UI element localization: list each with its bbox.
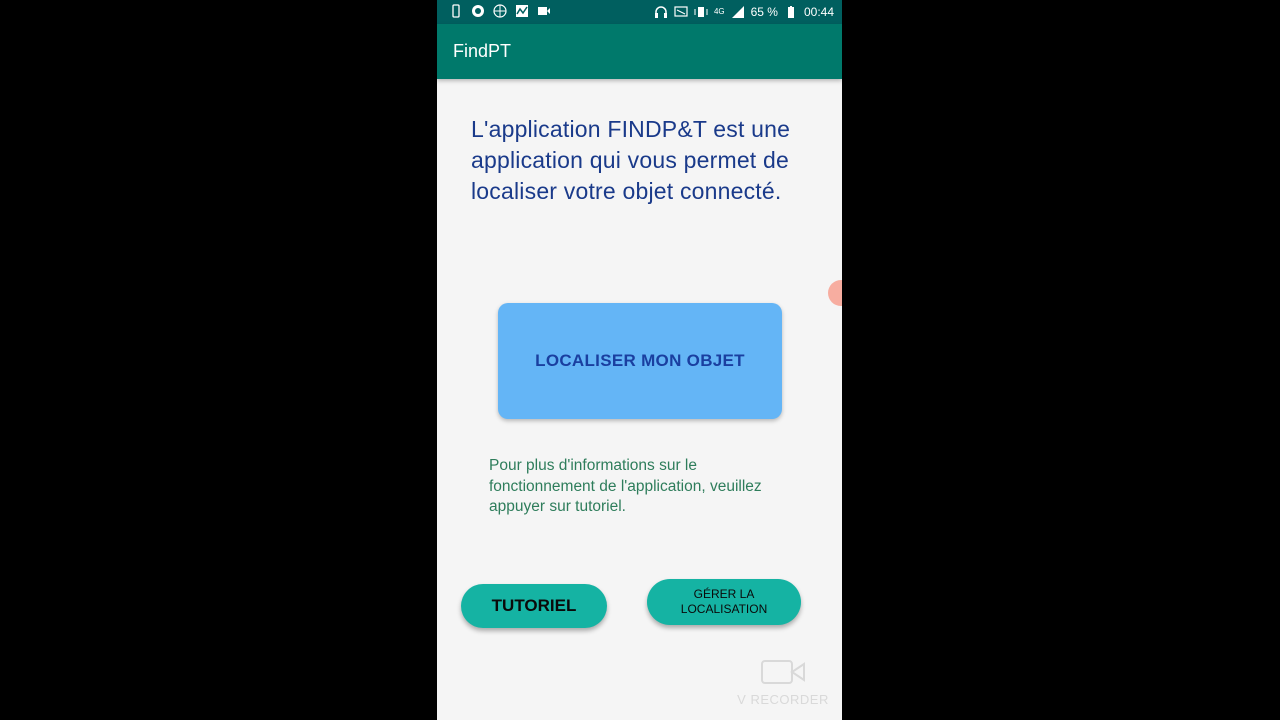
battery-percent: 65 % xyxy=(750,5,778,19)
vibrate-icon xyxy=(694,7,708,17)
manage-location-label: GÉRER LA LOCALISATION xyxy=(680,587,768,616)
signal-icon xyxy=(731,6,744,18)
manage-location-button[interactable]: GÉRER LA LOCALISATION xyxy=(647,579,801,625)
app-title: FindPT xyxy=(453,41,512,61)
headphones-icon xyxy=(654,6,667,18)
tutorial-button[interactable]: TUTORIEL xyxy=(461,584,607,628)
intro-text: L'application FINDP&T est une applicatio… xyxy=(471,116,791,204)
status-bar-notifications xyxy=(449,4,551,18)
watermark: V RECORDER xyxy=(735,656,831,712)
app-bar: FindPT xyxy=(437,24,842,79)
phone-screen: 4G 65 % 00:44 FindPT L'application FINDP… xyxy=(437,0,842,720)
video-icon xyxy=(538,7,550,15)
battery-icon xyxy=(787,6,794,18)
clock: 00:44 xyxy=(803,5,834,19)
floating-record-dot[interactable] xyxy=(828,280,842,306)
watermark-text: V RECORDER xyxy=(737,692,829,707)
circle-icon xyxy=(472,5,484,17)
info-text: Pour plus d'informations sur le fonction… xyxy=(489,457,762,515)
cast-icon xyxy=(674,6,688,17)
phone-icon xyxy=(452,4,460,18)
recorder-logo-icon xyxy=(761,660,805,684)
network-type: 4G xyxy=(713,7,725,16)
globe-icon xyxy=(493,4,507,18)
status-bar: 4G 65 % 00:44 xyxy=(437,0,842,24)
locate-object-button[interactable]: LOCALISER MON OBJET xyxy=(498,303,782,419)
activity-icon xyxy=(516,5,528,17)
status-bar-system: 4G 65 % 00:44 xyxy=(654,4,834,20)
